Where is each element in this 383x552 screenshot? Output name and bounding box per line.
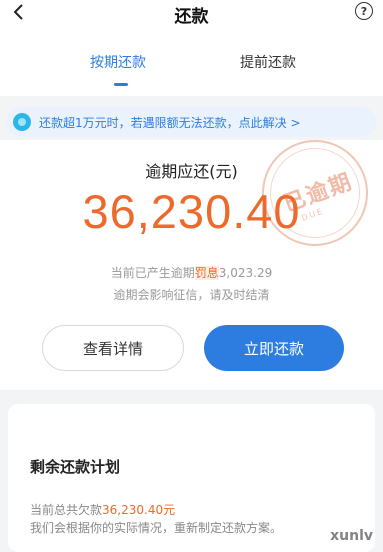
notice-text: 还款超1万元时，若遇限额无法还款，点此解决 > xyxy=(39,116,301,130)
tab-repay-by-term[interactable]: 按期还款 xyxy=(90,52,146,72)
overdue-card: 已逾期 DUE 逾期应还(元) 36,230.40 当前已产生逾期罚息3,023… xyxy=(0,125,383,390)
overdue-label: 逾期应还(元) xyxy=(145,162,238,181)
limit-notice-banner[interactable]: 还款超1万元时，若遇限额无法还款，点此解决 > xyxy=(7,107,376,137)
page-title: 还款 xyxy=(174,7,209,27)
tab-early-repay[interactable]: 提前还款 xyxy=(240,52,296,72)
top-bar: 还款 ? xyxy=(0,0,383,27)
view-details-button[interactable]: 查看详情 xyxy=(42,325,184,371)
penalty-line: 当前已产生逾期罚息3,023.29 xyxy=(0,264,383,281)
tab-bar: 按期还款 提前还款 xyxy=(0,26,383,96)
owed-amount: 36,230.40元 xyxy=(102,503,176,517)
penalty-prefix: 当前已产生逾期 xyxy=(110,266,195,280)
credit-warning: 逾期会影响征信，请及时结清 xyxy=(113,288,270,302)
overdue-amount: 36,230.40 xyxy=(82,185,301,238)
repay-now-button[interactable]: 立即还款 xyxy=(204,325,344,371)
penalty-amount: 3,023.29 xyxy=(218,266,273,280)
plan-note: 我们会根据你的实际情况，重新制定还款方案。 xyxy=(30,521,283,535)
penalty-label: 罚息 xyxy=(194,266,219,280)
repayment-plan-card: 剩余还款计划 当前总共欠款36,230.40元 我们会根据你的实际情况，重新制定… xyxy=(8,404,375,552)
plan-title: 剩余还款计划 xyxy=(30,458,121,476)
help-icon[interactable]: ? xyxy=(355,2,373,20)
owed-prefix: 当前总共欠款 xyxy=(30,503,103,517)
info-dot-icon xyxy=(13,113,31,131)
active-tab-indicator xyxy=(114,83,128,86)
watermark: xunlv xyxy=(330,528,373,544)
plan-owed-line: 当前总共欠款36,230.40元 xyxy=(30,501,175,518)
